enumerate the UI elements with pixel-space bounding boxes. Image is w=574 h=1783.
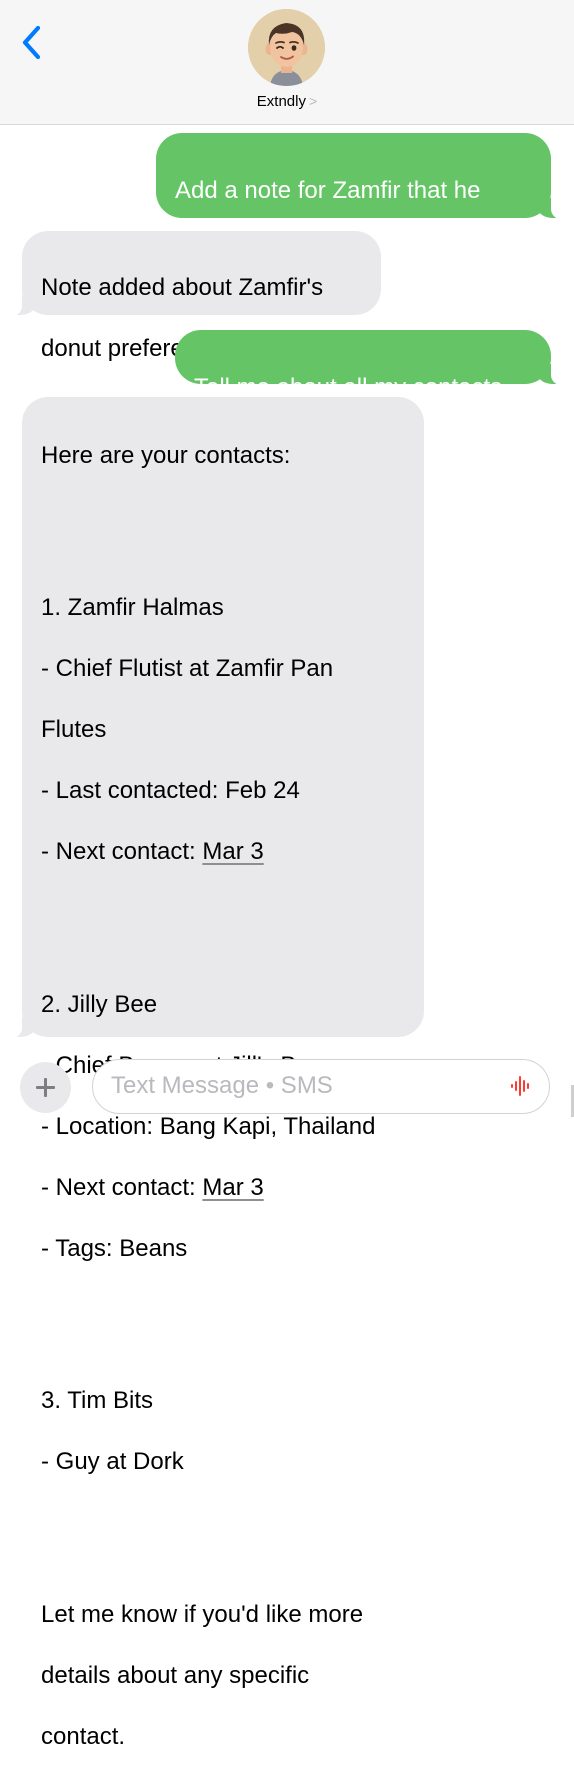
avatar[interactable] <box>248 9 325 86</box>
message-input-field[interactable] <box>92 1059 550 1114</box>
contact-next-contact: - Next contact: Mar 3 <box>41 837 406 868</box>
contact-role: - Chief Flutist at Zamfir Pan <box>41 655 334 682</box>
received-message-bubble[interactable]: Note added about Zamfir's donut preferen… <box>11 231 381 362</box>
message-text-line: Add a note for Zamfir that he <box>175 176 481 204</box>
chevron-right-icon: > <box>309 93 318 109</box>
contact-name-button[interactable]: Extndly > <box>0 93 574 110</box>
contact-last-contacted: - Last contacted: Feb 24 <box>41 777 300 804</box>
contact-role: - Guy at Dork <box>41 1448 184 1475</box>
message-outro: Let me know if you'd like more <box>41 1600 364 1628</box>
contact-title: 1. Zamfir Halmas <box>41 594 224 621</box>
conversation-header: Extndly > <box>0 0 574 125</box>
contact-name: Extndly <box>256 93 306 110</box>
waveform-icon[interactable] <box>509 1074 533 1098</box>
next-contact-label: - Next contact: <box>41 838 203 865</box>
received-message-bubble[interactable]: Here are your contacts: 1. Zamfir Halmas… <box>11 397 424 1750</box>
message-outro: details about any specific <box>41 1661 310 1689</box>
contact-title: 3. Tim Bits <box>41 1387 154 1414</box>
contact-location: - Location: Bang Kapi, Thailand <box>41 1112 376 1140</box>
contact-next-contact: - Next contact: Mar 3 <box>41 1173 406 1204</box>
back-button[interactable] <box>16 24 50 64</box>
next-contact-date-link[interactable]: Mar 3 <box>202 1174 263 1201</box>
message-text-line: Note added about Zamfir's <box>41 273 324 301</box>
next-contact-date-link[interactable]: Mar 3 <box>202 838 263 865</box>
contact-role: Flutes <box>41 716 107 743</box>
contact-tags: - Tags: Beans <box>41 1234 188 1262</box>
message-outro: contact. <box>41 1722 126 1750</box>
contact-title: 2. Jilly Bee <box>41 990 158 1018</box>
chevron-left-icon <box>22 25 41 60</box>
add-attachment-button[interactable] <box>20 1062 71 1113</box>
message-input[interactable] <box>111 1068 481 1104</box>
memoji-avatar-icon <box>248 9 325 86</box>
sent-message-bubble[interactable]: Tell me about all my contacts <box>175 330 562 401</box>
sent-message-bubble[interactable]: Add a note for Zamfir that he doesnt lik… <box>156 133 562 265</box>
message-intro: Here are your contacts: <box>41 441 291 469</box>
next-contact-label: - Next contact: <box>41 1173 203 1201</box>
